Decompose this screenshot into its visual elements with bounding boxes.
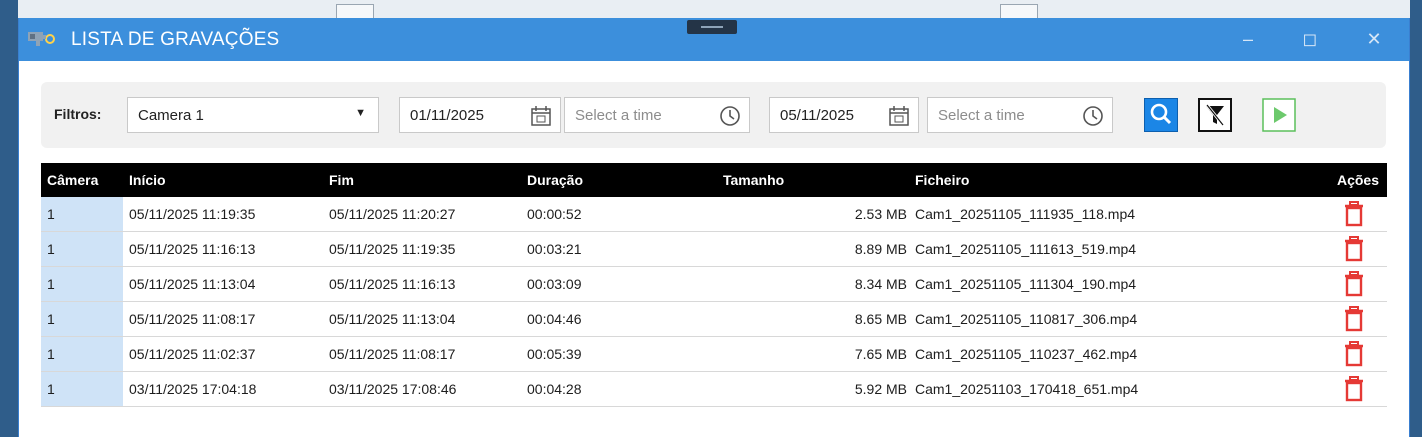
cell-file: Cam1_20251105_110237_462.mp4 [915, 346, 1138, 362]
cell-start: 05/11/2025 11:13:04 [129, 276, 256, 292]
cell-start: 05/11/2025 11:16:13 [129, 241, 256, 257]
cell-size: 8.34 MB [854, 276, 907, 292]
start-time-placeholder: Select a time [575, 107, 662, 124]
cell-duration: 00:00:52 [527, 206, 582, 222]
table-row[interactable]: 1 05/11/2025 11:19:35 05/11/2025 11:20:27 0… [41, 197, 1387, 232]
trash-icon[interactable] [1343, 271, 1365, 297]
cell-file: Cam1_20251105_111935_118.mp4 [915, 206, 1136, 222]
table-body: 1 05/11/2025 11:19:35 05/11/2025 11:20:27 0… [41, 197, 1387, 407]
end-date-field[interactable]: 05/11/2025 [769, 97, 919, 133]
start-date-value: 01/11/2025 [410, 107, 484, 124]
cell-size: 8.89 MB [854, 241, 907, 257]
trash-icon[interactable] [1343, 236, 1365, 262]
cell-duration: 00:04:46 [527, 311, 582, 327]
table-row[interactable]: 1 05/11/2025 11:02:37 05/11/2025 11:08:17 0… [41, 337, 1387, 372]
cell-camera: 1 [41, 197, 123, 231]
chevron-down-icon: ▼ [355, 107, 366, 119]
background-desktop-right [1410, 0, 1422, 437]
camera-select-value: Camera 1 [138, 107, 204, 124]
close-icon[interactable]: ✕ [1359, 26, 1389, 52]
clock-icon[interactable] [1082, 105, 1104, 127]
cell-camera: 1 [41, 267, 123, 301]
cell-end: 05/11/2025 11:20:27 [329, 206, 456, 222]
filters-label: Filtros: [54, 106, 102, 122]
cell-start: 05/11/2025 11:19:35 [129, 206, 256, 222]
end-time-field[interactable]: Select a time [927, 97, 1113, 133]
filters-panel: Filtros: Camera 1 ▼ 01/11/2025 Select a … [41, 82, 1386, 148]
calendar-icon[interactable] [888, 105, 910, 127]
camera-icon [28, 32, 55, 46]
background-tab [1000, 4, 1038, 18]
cell-camera: 1 [41, 302, 123, 336]
title-bar[interactable]: LISTA DE GRAVAÇÕES – ◻ ✕ [19, 18, 1409, 61]
cell-end: 05/11/2025 11:19:35 [329, 241, 456, 257]
header-size[interactable]: Tamanho [723, 172, 913, 188]
cell-size: 8.65 MB [854, 311, 907, 327]
cell-size: 7.65 MB [854, 346, 907, 362]
cell-size: 5.92 MB [854, 381, 907, 397]
recordings-window: LISTA DE GRAVAÇÕES – ◻ ✕ Filtros: Camera… [18, 18, 1410, 437]
cell-size: 2.53 MB [854, 206, 907, 222]
background-desktop-left [0, 0, 18, 437]
search-button[interactable] [1144, 98, 1178, 132]
table-row[interactable]: 1 05/11/2025 11:16:13 05/11/2025 11:19:35 0… [41, 232, 1387, 267]
background-tab [336, 4, 374, 18]
header-actions: Ações [1336, 172, 1379, 188]
cell-file: Cam1_20251103_170418_651.mp4 [915, 381, 1139, 397]
trash-icon[interactable] [1343, 201, 1365, 227]
cell-duration: 00:03:09 [527, 276, 582, 292]
minimize-icon[interactable]: – [1233, 26, 1263, 52]
start-date-field[interactable]: 01/11/2025 [399, 97, 561, 133]
cell-camera: 1 [41, 337, 123, 371]
cell-end: 03/11/2025 17:08:46 [329, 381, 457, 397]
cell-actions [1333, 201, 1387, 227]
cell-file: Cam1_20251105_111613_519.mp4 [915, 241, 1137, 257]
header-start[interactable]: Início [123, 172, 323, 188]
header-end[interactable]: Fim [323, 172, 523, 188]
cell-actions [1333, 271, 1387, 297]
cell-duration: 00:05:39 [527, 346, 582, 362]
cell-actions [1333, 236, 1387, 262]
table-row[interactable]: 1 05/11/2025 11:08:17 05/11/2025 11:13:04 0… [41, 302, 1387, 337]
background-window-edge [0, 0, 1422, 18]
cell-camera: 1 [41, 232, 123, 266]
trash-icon[interactable] [1343, 376, 1365, 402]
window-title: LISTA DE GRAVAÇÕES [71, 29, 280, 50]
cell-end: 05/11/2025 11:16:13 [329, 276, 456, 292]
cell-camera: 1 [41, 372, 123, 406]
header-duration[interactable]: Duração [523, 172, 723, 188]
cell-file: Cam1_20251105_110817_306.mp4 [915, 311, 1138, 327]
cell-start: 03/11/2025 17:04:18 [129, 381, 257, 397]
cell-start: 05/11/2025 11:02:37 [129, 346, 256, 362]
drag-handle[interactable] [687, 20, 737, 34]
trash-icon[interactable] [1343, 306, 1365, 332]
maximize-icon[interactable]: ◻ [1295, 26, 1325, 52]
clear-filter-button[interactable] [1198, 98, 1232, 132]
end-date-value: 05/11/2025 [780, 107, 854, 124]
cell-duration: 00:03:21 [527, 241, 582, 257]
header-camera[interactable]: Câmera [41, 172, 123, 188]
table-row[interactable]: 1 05/11/2025 11:13:04 05/11/2025 11:16:13 0… [41, 267, 1387, 302]
clock-icon[interactable] [719, 105, 741, 127]
table-header: Câmera Início Fim Duração Tamanho Fichei… [41, 163, 1387, 197]
camera-select[interactable]: Camera 1 ▼ [127, 97, 379, 133]
cell-start: 05/11/2025 11:08:17 [129, 311, 256, 327]
header-file[interactable]: Ficheiro [913, 172, 1333, 188]
cell-actions [1333, 306, 1387, 332]
table-row[interactable]: 1 03/11/2025 17:04:18 03/11/2025 17:08:46 0… [41, 372, 1387, 407]
cell-actions [1333, 341, 1387, 367]
end-time-placeholder: Select a time [938, 107, 1025, 124]
cell-duration: 00:04:28 [527, 381, 582, 397]
start-time-field[interactable]: Select a time [564, 97, 750, 133]
cell-end: 05/11/2025 11:08:17 [329, 346, 456, 362]
cell-file: Cam1_20251105_111304_190.mp4 [915, 276, 1137, 292]
calendar-icon[interactable] [530, 105, 552, 127]
play-button[interactable] [1262, 98, 1296, 132]
cell-end: 05/11/2025 11:13:04 [329, 311, 456, 327]
recordings-table: Câmera Início Fim Duração Tamanho Fichei… [41, 163, 1387, 407]
cell-actions [1333, 376, 1387, 402]
trash-icon[interactable] [1343, 341, 1365, 367]
